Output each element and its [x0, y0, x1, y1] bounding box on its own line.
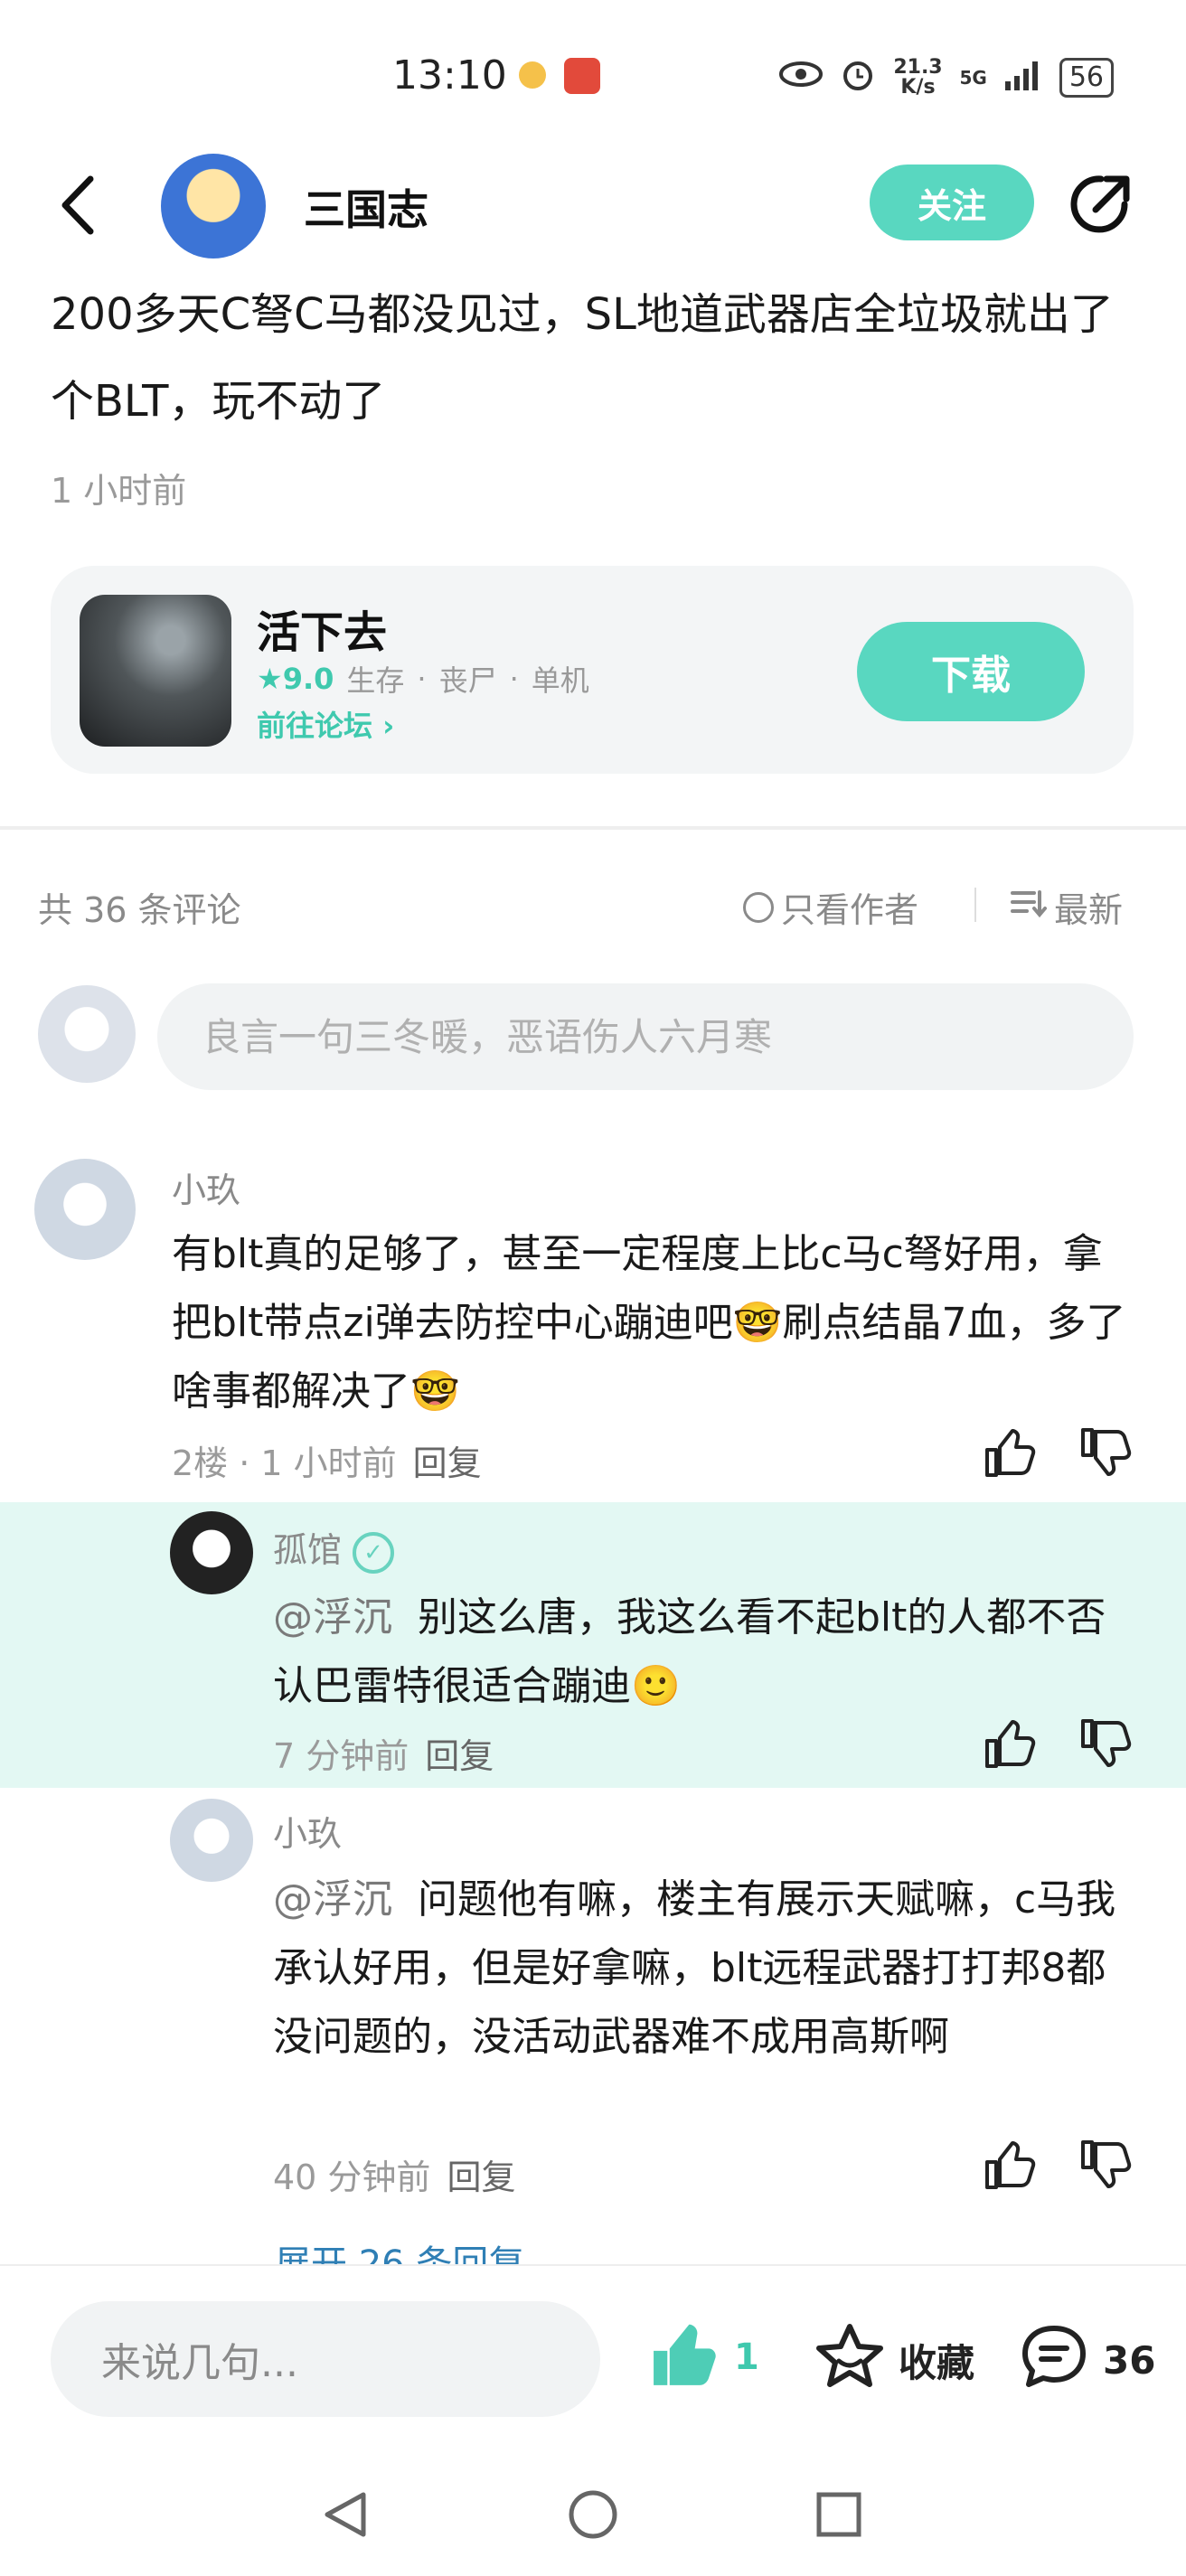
status-time: 13:10	[392, 52, 507, 99]
badge-icon: ✓	[353, 1531, 395, 1574]
bottom-comment-input[interactable]: 来说几句...	[51, 2301, 600, 2417]
star-icon: ★	[257, 662, 283, 696]
like-button[interactable]: 1	[647, 2321, 759, 2393]
alarm-icon	[840, 56, 876, 99]
mention-link[interactable]: @浮沉	[273, 1594, 392, 1641]
app-notification-icon	[564, 58, 600, 94]
reply-text: @浮沉 别这么唐，我这么看不起blt的人都不否认巴雷特很适合蹦迪🙂	[273, 1594, 1106, 1709]
app-notification-icon	[519, 61, 546, 89]
share-icon[interactable]	[1065, 170, 1135, 244]
status-icons: 21.3 K/s 5G 56	[778, 56, 1114, 99]
commenter-avatar[interactable]	[34, 1159, 136, 1260]
chevron-right-icon: ›	[382, 709, 395, 743]
author-only-toggle[interactable]: 只看作者	[743, 882, 918, 932]
like-icon[interactable]	[982, 2139, 1036, 2196]
reply-button[interactable]: 回复	[425, 1728, 494, 1778]
network-label: 5G	[959, 66, 987, 89]
current-user-avatar	[38, 985, 136, 1083]
comment-text: 有blt真的足够了，甚至一定程度上比c马c弩好用，拿把blt带点zi弹去防控中心…	[172, 1231, 1126, 1415]
home-nav-icon[interactable]	[566, 2487, 620, 2545]
comment-input[interactable]	[157, 983, 1134, 1090]
commenter-name[interactable]: 小玖	[273, 1806, 342, 1856]
post-time: 1 小时前	[51, 471, 187, 511]
commenter-avatar[interactable]	[170, 1799, 253, 1882]
reply-time: 7 分钟前	[273, 1736, 409, 1776]
game-meta: ★9.0 生存 · 丧尸 · 单机	[257, 658, 589, 700]
section-divider	[0, 826, 1186, 830]
thumbs-up-icon	[647, 2321, 720, 2393]
reply-button[interactable]: 回复	[447, 2149, 515, 2199]
reply-meta: 40 分钟前 回复	[273, 2149, 515, 2199]
reply-meta: 7 分钟前 回复	[273, 1728, 494, 1778]
commenter-name[interactable]: 小玖	[172, 1162, 240, 1212]
comment-bubble-icon	[1018, 2321, 1090, 2399]
download-button[interactable]: 下载	[857, 622, 1085, 721]
divider	[974, 888, 976, 922]
game-tag: 丧尸	[438, 663, 497, 698]
back-icon[interactable]	[56, 174, 101, 240]
comment-floor-time: 2楼 · 1 小时前	[172, 1443, 397, 1483]
game-name[interactable]: 活下去	[257, 597, 387, 660]
dislike-icon[interactable]	[1078, 1717, 1132, 1775]
dislike-icon[interactable]	[1078, 2139, 1132, 2196]
favorite-button[interactable]: 收藏	[814, 2321, 974, 2399]
network-speed: 21.3 K/s	[893, 55, 943, 99]
sort-icon	[1011, 888, 1047, 927]
sort-button[interactable]: 最新	[1011, 882, 1123, 932]
like-icon[interactable]	[982, 1426, 1036, 1484]
comment-meta: 2楼 · 1 小时前 回复	[172, 1435, 482, 1485]
game-tag: 生存	[346, 663, 405, 698]
game-tag: 单机	[531, 663, 589, 698]
system-nav-bar	[0, 2468, 1186, 2558]
game-icon[interactable]	[80, 595, 231, 747]
forum-link[interactable]: 前往论坛 ›	[257, 703, 394, 745]
author-avatar[interactable]	[161, 154, 266, 259]
radio-icon[interactable]	[743, 891, 774, 923]
star-outline-icon	[814, 2321, 886, 2399]
recents-nav-icon[interactable]	[812, 2487, 866, 2545]
reply-button[interactable]: 回复	[413, 1435, 482, 1485]
comments-button[interactable]: 36	[1018, 2321, 1155, 2399]
commenter-avatar[interactable]	[170, 1511, 253, 1594]
game-rating: ★9.0	[257, 662, 334, 696]
mention-link[interactable]: @浮沉	[273, 1876, 392, 1923]
dislike-icon[interactable]	[1078, 1426, 1132, 1484]
like-icon[interactable]	[982, 1717, 1036, 1775]
reply-text: @浮沉 问题他有嘛，楼主有展示天赋嘛，c马我承认好用，但是好拿嘛，blt远程武器…	[273, 1876, 1116, 2060]
signal-icon	[1003, 58, 1043, 97]
post-title: 200多天C弩C马都没见过，SL地道武器店全垃圾就出了个BLT，玩不动了	[51, 289, 1114, 427]
back-nav-icon[interactable]	[318, 2487, 372, 2545]
commenter-name[interactable]: 孤馆 ✓	[273, 1522, 395, 1574]
follow-button[interactable]: 关注	[870, 165, 1034, 240]
reply-time: 40 分钟前	[273, 2158, 431, 2197]
comment-count: 共 36 条评论	[38, 890, 241, 930]
eye-icon	[778, 61, 824, 94]
battery-indicator: 56	[1059, 57, 1114, 98]
author-name[interactable]: 三国志	[304, 177, 428, 237]
